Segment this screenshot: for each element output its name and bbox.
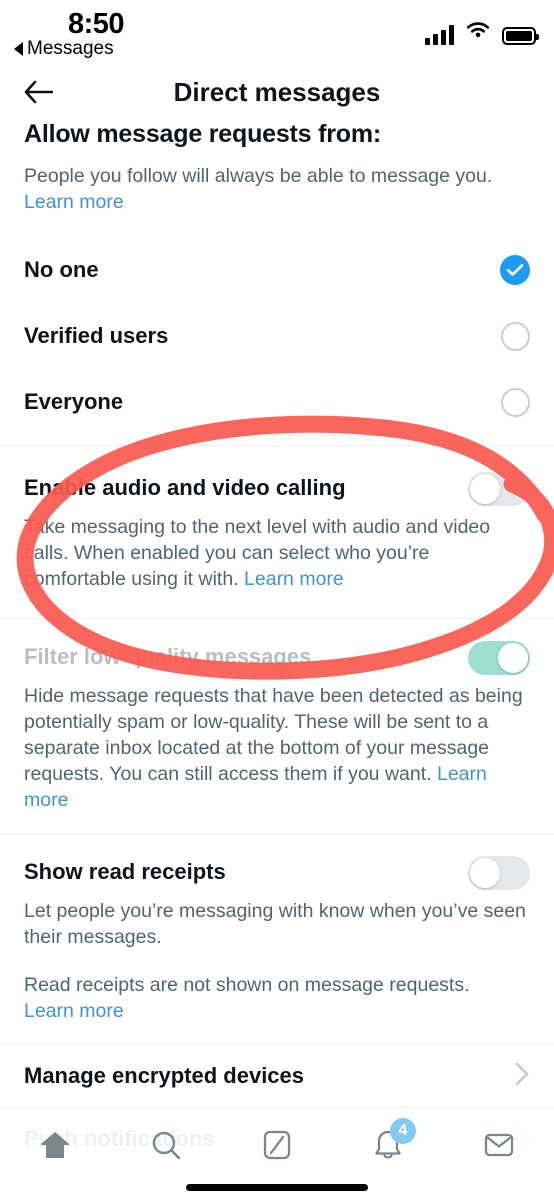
return-link-label: Messages bbox=[27, 38, 114, 59]
read-receipts-note: Read receipts are not shown on message r… bbox=[24, 972, 530, 1024]
notifications-badge: 4 bbox=[389, 1118, 416, 1144]
wifi-icon bbox=[465, 20, 491, 45]
message-requests-description-text: People you follow will always be able to… bbox=[24, 165, 493, 187]
toggle-knob bbox=[498, 643, 528, 673]
back-arrow-icon bbox=[24, 80, 53, 104]
message-requests-description: People you follow will always be able to… bbox=[24, 163, 530, 215]
search-icon bbox=[152, 1131, 181, 1160]
read-receipts-description: Let people you’re messaging with know wh… bbox=[24, 900, 526, 948]
read-receipts-section: Show read receipts Let people you’re mes… bbox=[0, 834, 554, 1044]
radio-option-verified-users[interactable]: Verified users bbox=[0, 303, 554, 369]
toggle-knob bbox=[470, 474, 500, 504]
phone-screen: 8:50 Messages Direct messages Allow mess… bbox=[0, 0, 554, 1200]
compose-icon bbox=[263, 1130, 291, 1160]
tab-search[interactable] bbox=[136, 1122, 196, 1168]
tab-messages[interactable] bbox=[469, 1122, 529, 1168]
radio-unselected-icon[interactable] bbox=[501, 387, 530, 417]
cellular-signal-icon bbox=[425, 25, 454, 45]
read-receipts-toggle[interactable] bbox=[468, 856, 530, 890]
manage-encrypted-devices-label: Manage encrypted devices bbox=[24, 1063, 305, 1088]
home-icon bbox=[41, 1132, 70, 1158]
status-bar-indicators bbox=[425, 20, 539, 45]
manage-encrypted-devices-row[interactable]: Manage encrypted devices bbox=[0, 1045, 554, 1107]
back-button[interactable] bbox=[18, 74, 58, 110]
radio-option-label: Verified users bbox=[24, 323, 169, 348]
audio-video-calling-title: Enable audio and video calling bbox=[24, 475, 346, 500]
filter-low-quality-toggle[interactable] bbox=[468, 641, 530, 675]
audio-video-calling-description: Take messaging to the next level with au… bbox=[24, 514, 530, 592]
envelope-icon bbox=[484, 1133, 513, 1157]
home-indicator bbox=[186, 1184, 368, 1191]
status-bar: 8:50 Messages bbox=[0, 0, 554, 62]
nav-bar: Direct messages bbox=[0, 64, 554, 120]
audio-video-calling-toggle[interactable] bbox=[468, 472, 530, 506]
tab-home[interactable] bbox=[25, 1122, 85, 1168]
return-to-messages-link[interactable]: Messages bbox=[14, 38, 114, 60]
filter-low-quality-title: Filter low-quality messages bbox=[24, 644, 312, 669]
battery-full-icon bbox=[502, 27, 539, 45]
radio-option-no-one[interactable]: No one bbox=[0, 237, 554, 303]
message-requests-heading: Allow message requests from: bbox=[24, 120, 382, 148]
filter-low-quality-section: Filter low-quality messages Hide message… bbox=[0, 619, 554, 833]
toggle-knob bbox=[470, 858, 500, 888]
audio-video-calling-learn-more-link[interactable]: Learn more bbox=[244, 568, 344, 590]
filter-low-quality-description: Hide message requests that have been det… bbox=[24, 683, 530, 813]
message-requests-section: Allow message requests from: People you … bbox=[0, 120, 554, 215]
page-title: Direct messages bbox=[173, 76, 381, 107]
read-receipts-title: Show read receipts bbox=[24, 859, 226, 884]
tab-compose[interactable] bbox=[247, 1122, 307, 1168]
read-receipts-learn-more-link[interactable]: Learn more bbox=[24, 1000, 124, 1022]
status-bar-clock: 8:50 bbox=[68, 8, 125, 40]
radio-option-label: No one bbox=[24, 257, 99, 282]
tab-notifications[interactable]: 4 bbox=[358, 1118, 418, 1168]
read-receipts-note-text: Read receipts are not shown on message r… bbox=[24, 974, 470, 996]
radio-option-everyone[interactable]: Everyone bbox=[0, 369, 554, 435]
message-requests-learn-more-link[interactable]: Learn more bbox=[24, 191, 124, 213]
chevron-right-icon bbox=[514, 1061, 530, 1092]
settings-content: Allow message requests from: People you … bbox=[0, 120, 554, 1170]
back-triangle-icon bbox=[14, 42, 23, 56]
radio-unselected-icon[interactable] bbox=[501, 321, 530, 351]
radio-option-label: Everyone bbox=[24, 389, 124, 414]
audio-video-calling-section: Enable audio and video calling Take mess… bbox=[0, 446, 554, 618]
radio-selected-check-icon[interactable] bbox=[500, 255, 530, 285]
